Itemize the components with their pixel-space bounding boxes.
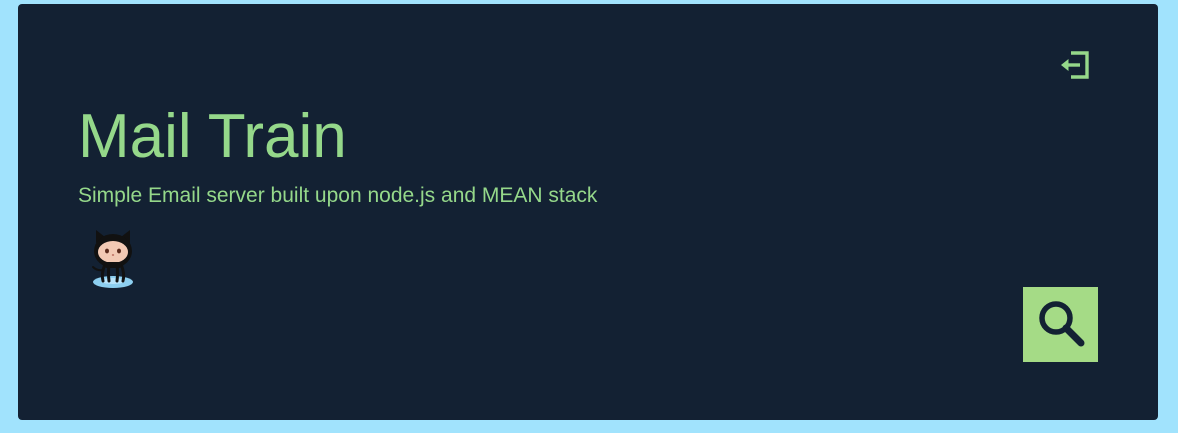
logout-button[interactable] bbox=[1058, 50, 1092, 84]
search-button[interactable] bbox=[1023, 287, 1098, 362]
github-octocat-icon bbox=[88, 230, 138, 294]
github-link[interactable] bbox=[88, 226, 138, 290]
search-icon bbox=[1035, 297, 1087, 352]
logout-icon bbox=[1059, 50, 1091, 85]
hero-card: Mail Train Simple Email server built upo… bbox=[18, 4, 1158, 420]
page-subtitle: Simple Email server built upon node.js a… bbox=[78, 184, 598, 207]
page-title: Mail Train bbox=[78, 102, 347, 171]
